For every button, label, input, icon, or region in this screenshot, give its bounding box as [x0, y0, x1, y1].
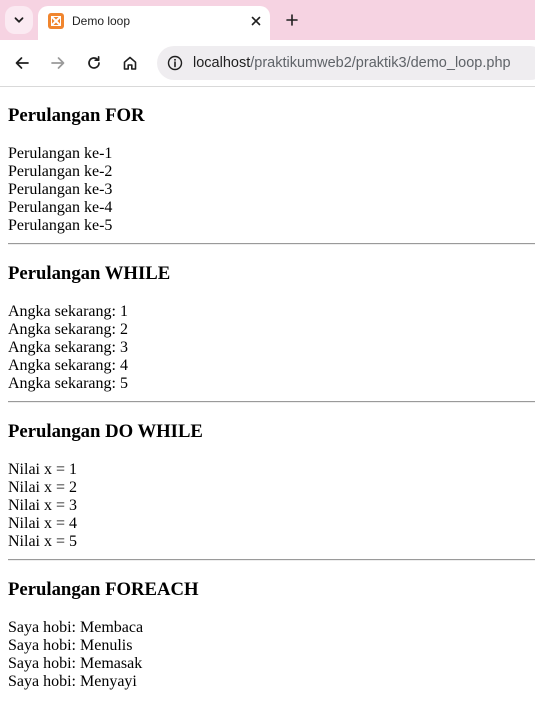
section-heading: Perulangan FOR	[8, 105, 145, 126]
back-arrow-icon	[15, 57, 29, 69]
new-tab-button[interactable]	[281, 9, 303, 31]
section-foreach: Perulangan FOREACH Saya hobi: Membaca Sa…	[8, 579, 535, 691]
tab-active[interactable]: Demo loop	[38, 6, 270, 40]
output-line: Nilai x = 3	[8, 497, 78, 514]
site-info-icon	[167, 55, 183, 71]
browser-toolbar: localhost/praktikumweb2/praktik3/demo_lo…	[0, 40, 535, 87]
output-line: Nilai x = 4	[8, 515, 78, 532]
reload-icon	[88, 55, 100, 69]
output-line: Angka sekarang: 2	[8, 321, 128, 338]
url-host: localhost	[193, 55, 251, 71]
section-for: Perulangan FOR Perulangan ke-1 Perulanga…	[8, 105, 535, 245]
close-icon	[251, 16, 261, 26]
url-path: /praktikumweb2/praktik3/demo_loop.php	[250, 55, 511, 71]
page-content: Perulangan FOR Perulangan ke-1 Perulanga…	[8, 87, 535, 691]
home-icon	[123, 56, 137, 70]
output-line: Perulangan ke-5	[8, 217, 113, 234]
xampp-icon	[48, 13, 64, 29]
output-line: Nilai x = 2	[8, 479, 78, 496]
chevron-down-icon	[14, 17, 24, 23]
output-line: Saya hobi: Membaca	[8, 619, 144, 636]
output-line: Perulangan ke-4	[8, 199, 113, 216]
reload-button[interactable]	[82, 51, 106, 75]
divider	[8, 243, 535, 245]
section-heading: Perulangan DO WHILE	[8, 421, 203, 442]
output-line: Angka sekarang: 4	[8, 357, 128, 374]
output-line: Angka sekarang: 1	[8, 303, 128, 320]
forward-arrow-icon	[51, 57, 65, 69]
output-line: Saya hobi: Menulis	[8, 637, 133, 654]
output-line: Angka sekarang: 3	[8, 339, 128, 356]
url-text[interactable]: localhost/praktikumweb2/praktik3/demo_lo…	[193, 54, 511, 72]
output-line: Angka sekarang: 5	[8, 375, 128, 392]
output-line: Saya hobi: Menyayi	[8, 673, 137, 690]
section-heading: Perulangan WHILE	[8, 263, 171, 284]
section-while: Perulangan WHILE Angka sekarang: 1 Angka…	[8, 263, 535, 403]
site-info-button[interactable]	[163, 51, 187, 75]
output-line: Perulangan ke-3	[8, 181, 113, 198]
tab-search-button[interactable]	[5, 6, 33, 34]
forward-button[interactable]	[46, 51, 70, 75]
address-bar[interactable]: localhost/praktikumweb2/praktik3/demo_lo…	[157, 46, 535, 80]
output-line: Saya hobi: Memasak	[8, 655, 143, 672]
back-button[interactable]	[10, 51, 34, 75]
section-do-while: Perulangan DO WHILE Nilai x = 1 Nilai x …	[8, 421, 535, 561]
tab-title: Demo loop	[72, 14, 131, 28]
output-line: Perulangan ke-1	[8, 145, 113, 162]
divider	[8, 559, 535, 561]
home-button[interactable]	[118, 51, 142, 75]
output-line: Nilai x = 1	[8, 461, 78, 478]
divider	[8, 401, 535, 403]
tab-close-button[interactable]	[246, 11, 266, 31]
output-line: Nilai x = 5	[8, 533, 78, 550]
plus-icon	[286, 14, 298, 26]
tab-strip: Demo loop	[0, 0, 535, 40]
output-line: Perulangan ke-2	[8, 163, 113, 180]
section-heading: Perulangan FOREACH	[8, 579, 199, 600]
